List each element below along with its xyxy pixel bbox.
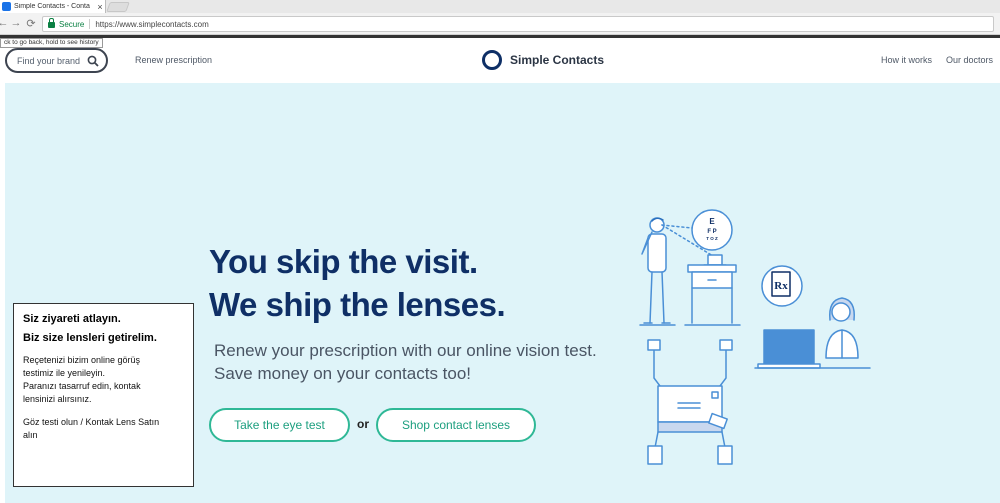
note-footer-line-1: Göz testi olun / Kontak Lens Satın: [23, 417, 160, 427]
forward-arrow-icon[interactable]: →: [10, 17, 22, 29]
header-nav: How it works Our doctors: [881, 55, 993, 65]
hero-illustration: E F P T O Z Rx: [639, 209, 871, 465]
shop-contact-lenses-button[interactable]: Shop contact lenses: [376, 408, 536, 442]
svg-text:F P: F P: [707, 229, 716, 235]
note-body-line-4: lensinizi alırsınız.: [23, 394, 92, 404]
person-eye-test-icon: [639, 217, 676, 326]
url-text: https://www.simplecontacts.com: [95, 19, 209, 29]
back-arrow-icon[interactable]: ←: [0, 17, 9, 29]
svg-text:Rx: Rx: [774, 280, 788, 292]
headline-line-2: We ship the lenses.: [209, 286, 506, 323]
site-header: Find your brand Renew prescription Simpl…: [0, 38, 1000, 83]
eye-chart-icon: E F P T O Z: [691, 209, 733, 251]
secure-label: Secure: [59, 19, 85, 29]
browser-tab[interactable]: Simple Contacts - Conta ×: [0, 0, 106, 13]
note-body-line-3: Paranızı tasarruf edin, kontak: [23, 381, 141, 391]
site-favicon-icon: [2, 2, 11, 11]
headline-line-1: You skip the visit.: [209, 243, 478, 280]
svg-text:T O Z: T O Z: [706, 236, 718, 241]
translation-note-box: Siz ziyareti atlayın. Biz size lensleri …: [13, 303, 194, 487]
subtitle-line-1: Renew your prescription with our online …: [214, 341, 597, 360]
note-body-line-1: Reçetenizi bizim online görüş: [23, 355, 141, 365]
brand-search-input[interactable]: Find your brand: [5, 48, 108, 73]
lock-icon: [48, 18, 55, 28]
search-placeholder: Find your brand: [17, 55, 81, 66]
package-delivery-icon: [647, 339, 733, 465]
brand-logo[interactable]: Simple Contacts: [482, 50, 604, 70]
subtitle-line-2: Save money on your contacts too!: [214, 364, 472, 383]
hero-headline: You skip the visit. We ship the lenses.: [209, 240, 506, 326]
brand-name: Simple Contacts: [510, 53, 605, 67]
search-icon[interactable]: [87, 55, 99, 67]
browser-tabstrip: Simple Contacts - Conta ×: [0, 0, 1000, 13]
address-bar[interactable]: Secure https://www.simplecontacts.com: [42, 16, 994, 32]
reload-icon[interactable]: ⟳: [25, 17, 37, 30]
desk-icon: [684, 254, 741, 326]
note-title-line-2: Biz size lensleri getirelim.: [23, 332, 157, 344]
or-text: or: [357, 417, 369, 431]
svg-text:E: E: [709, 217, 715, 226]
how-it-works-link[interactable]: How it works: [881, 55, 932, 65]
renew-prescription-link[interactable]: Renew prescription: [135, 55, 212, 65]
browser-toolbar: ← → ⟳ Secure https://www.simplecontacts.…: [0, 13, 1000, 35]
doctor-icon: [825, 297, 859, 359]
hero-subtitle: Renew your prescription with our online …: [214, 339, 597, 385]
back-button-tooltip: ck to go back, hold to see history: [0, 38, 103, 48]
tab-title: Simple Contacts - Conta: [14, 3, 90, 10]
our-doctors-link[interactable]: Our doctors: [946, 55, 993, 65]
logo-ring-icon: [482, 50, 502, 70]
new-tab-button[interactable]: [106, 2, 130, 12]
take-eye-test-button[interactable]: Take the eye test: [209, 408, 350, 442]
tab-close-icon[interactable]: ×: [95, 2, 105, 12]
prescription-rx-icon: Rx: [761, 265, 803, 307]
note-footer-line-2: alın: [23, 430, 38, 440]
address-divider: [89, 19, 91, 29]
note-body-line-2: testimiz ile yenileyin.: [23, 368, 106, 378]
note-footer: Göz testi olun / Kontak Lens Satın alın: [23, 416, 184, 442]
note-body: Reçetenizi bizim online görüş testimiz i…: [23, 354, 184, 406]
note-title-line-1: Siz ziyareti atlayın.: [23, 313, 121, 325]
